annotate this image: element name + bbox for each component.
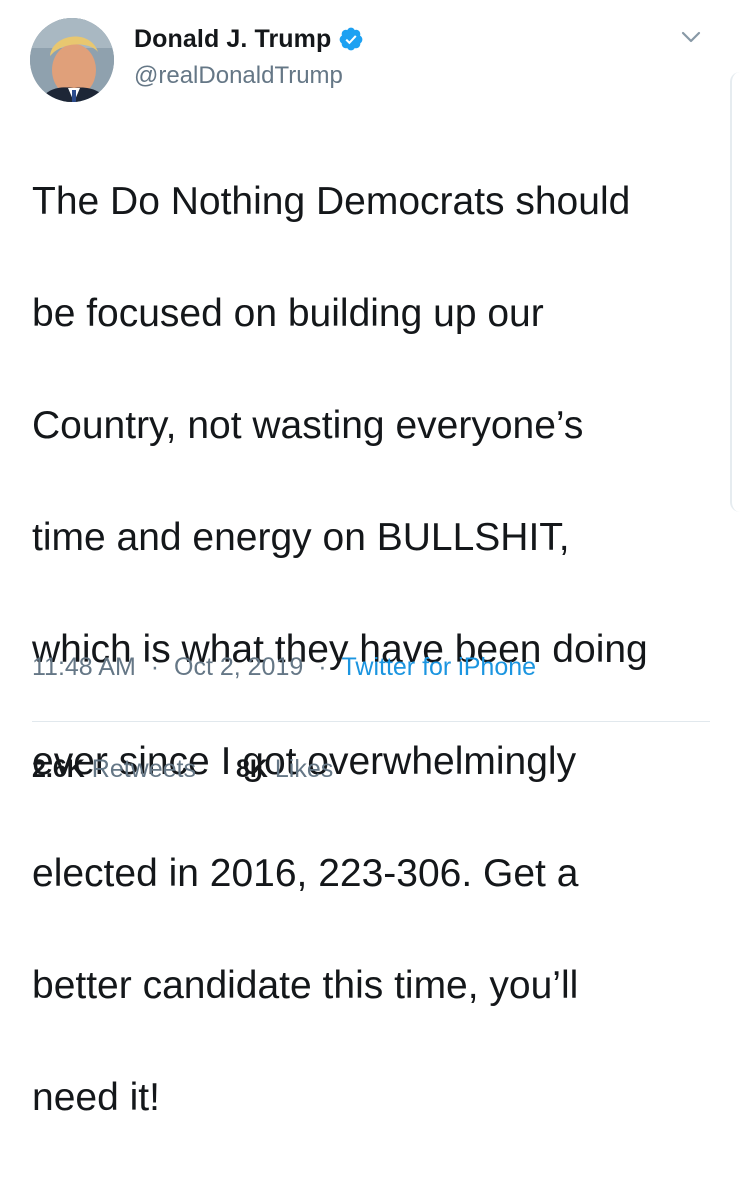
likes-count: 8K (235, 755, 268, 783)
avatar[interactable] (30, 18, 114, 102)
tweet-line: better candidate this time, you’ll (32, 964, 579, 1007)
tweet-line: Country, not wasting everyone’s (32, 404, 584, 447)
meta-separator: · (150, 653, 160, 681)
tweet-line: elected in 2016, 223-306. Get a (32, 852, 579, 895)
tweet-stats: 2.6K Retweets 8K Likes (32, 755, 333, 784)
tweet-line: time and energy on BULLSHIT, (32, 516, 570, 559)
meta-separator: · (318, 653, 327, 681)
tweet-text: The Do Nothing Democrats should be focus… (32, 118, 722, 1182)
retweets-count: 2.6K (32, 755, 85, 783)
retweets-stat[interactable]: 2.6K Retweets (32, 755, 196, 784)
scroll-edge (730, 72, 740, 512)
tweet-meta: 11:48 AM · Oct 2, 2019 · Twitter for iPh… (32, 653, 536, 682)
likes-stat[interactable]: 8K Likes (236, 755, 333, 784)
chevron-down-icon[interactable] (676, 22, 706, 52)
retweets-label: Retweets (91, 755, 196, 783)
display-name-row[interactable]: Donald J. Trump (134, 22, 364, 56)
tweet-line: be focused on building up our (32, 292, 544, 335)
tweet-card: Donald J. Trump @realDonaldTrump The Do … (0, 0, 740, 1119)
tweet-date[interactable]: Oct 2, 2019 (174, 653, 303, 681)
profile-photo-icon (30, 18, 114, 102)
display-name[interactable]: Donald J. Trump (134, 25, 331, 54)
source-link[interactable]: Twitter for iPhone (342, 653, 537, 681)
user-handle[interactable]: @realDonaldTrump (134, 62, 343, 90)
tweet-line: need it! (32, 1076, 160, 1119)
verified-badge-icon (339, 27, 363, 51)
tweet-time[interactable]: 11:48 AM (32, 653, 136, 681)
likes-label: Likes (274, 755, 334, 783)
tweet-line: The Do Nothing Democrats should (32, 180, 631, 223)
divider (32, 721, 710, 722)
